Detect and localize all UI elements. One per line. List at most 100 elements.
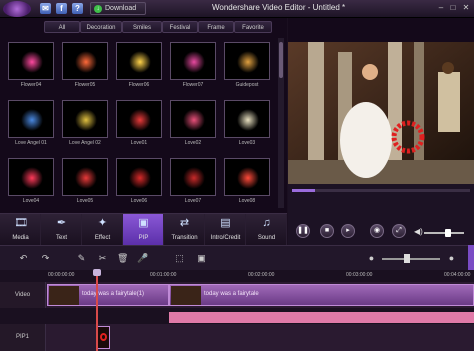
- edit-icon[interactable]: ✎: [76, 253, 87, 264]
- thumbnail-art: [129, 167, 151, 189]
- effects-library: All Decoration Smiles Festival Frame Fav…: [0, 18, 287, 213]
- tool-tab-label: Text: [55, 235, 67, 241]
- playhead[interactable]: [96, 270, 98, 351]
- tab-festival[interactable]: Festival: [162, 21, 198, 33]
- volume-icon[interactable]: ◀): [414, 227, 423, 236]
- download-button[interactable]: ↓ Download: [90, 2, 146, 15]
- volume-knob[interactable]: [445, 229, 451, 237]
- tab-effect[interactable]: ✦ Effect: [82, 214, 123, 246]
- thumbnail-art: [21, 51, 43, 73]
- library-item-label: Love08: [238, 198, 256, 204]
- next-frame-button[interactable]: ▸: [341, 224, 355, 238]
- window-title: Wondershare Video Editor - Untitled *: [212, 3, 346, 12]
- split-icon[interactable]: ✂: [97, 253, 108, 264]
- tool-tab-label: Transition: [171, 235, 198, 241]
- tab-intro-credit[interactable]: ▤ Intro/Credit: [205, 214, 246, 246]
- help-icon[interactable]: ?: [72, 3, 83, 14]
- zoom-out-icon[interactable]: ●: [366, 253, 377, 264]
- thumbnail-art: [21, 109, 43, 131]
- tab-favorite[interactable]: Favorite: [234, 21, 272, 33]
- pip-track: PIP1: [0, 324, 474, 351]
- undo-icon[interactable]: ↶: [18, 253, 29, 264]
- library-item[interactable]: Guidepost: [224, 42, 270, 88]
- maximize-button[interactable]: □: [448, 3, 458, 13]
- tab-decoration[interactable]: Decoration: [80, 21, 122, 33]
- thumbnail-art: [129, 109, 151, 131]
- library-scrollbar[interactable]: [278, 38, 284, 208]
- playhead-handle[interactable]: [93, 269, 101, 276]
- library-item[interactable]: Flower05: [62, 42, 108, 88]
- library-item[interactable]: Love Angel 02: [62, 100, 108, 146]
- ruler-tick: 00:02:00:00: [248, 272, 275, 278]
- library-item[interactable]: Flower06: [116, 42, 162, 88]
- library-item[interactable]: Flower04: [8, 42, 54, 88]
- library-item-thumbnail: [170, 100, 216, 138]
- library-item-label: Guidepost: [235, 82, 259, 88]
- preview-icon[interactable]: ▣: [196, 253, 207, 264]
- video-clip[interactable]: today was a fairytale(1): [47, 284, 169, 306]
- close-button[interactable]: ✕: [461, 3, 471, 13]
- minimize-button[interactable]: –: [436, 3, 446, 13]
- library-item[interactable]: Love06: [116, 158, 162, 204]
- thumbnail-art: [21, 167, 43, 189]
- tab-sound[interactable]: ♫ Sound: [246, 214, 287, 246]
- video-preview: [288, 42, 474, 184]
- library-item-label: Love Angel 02: [69, 140, 101, 146]
- tab-transition[interactable]: ⇄ Transition: [164, 214, 205, 246]
- audio-clip[interactable]: [169, 312, 474, 323]
- timeline-zoom-knob[interactable]: [404, 254, 410, 263]
- play-pause-button[interactable]: ❚❚: [296, 224, 310, 238]
- download-icon: ↓: [94, 5, 102, 13]
- sound-icon: ♫: [262, 217, 271, 229]
- library-item-thumbnail: [224, 100, 270, 138]
- snapshot-button[interactable]: ◉: [370, 224, 384, 238]
- timeline-ruler[interactable]: 00:00:00:00 00:01:00:00 00:02:00:00 00:0…: [0, 270, 474, 282]
- library-item-thumbnail: [8, 100, 54, 138]
- tool-tab-label: Effect: [94, 235, 111, 241]
- pip-icon: ▣: [138, 217, 149, 229]
- fullscreen-button[interactable]: ⤢: [392, 224, 406, 238]
- library-item[interactable]: Love Angel 01: [8, 100, 54, 146]
- stop-button[interactable]: ■: [320, 224, 334, 238]
- tab-frame[interactable]: Frame: [198, 21, 234, 33]
- tab-media[interactable]: 🎞 Media: [0, 214, 41, 246]
- timeline-zoom-slider[interactable]: [382, 258, 440, 260]
- thumbnail-art: [183, 51, 205, 73]
- text-icon: ✒: [56, 217, 67, 229]
- ruler-tick: 00:01:00:00: [150, 272, 177, 278]
- library-item-label: Love04: [22, 198, 40, 204]
- volume-slider[interactable]: [424, 232, 464, 234]
- library-item[interactable]: Love03: [224, 100, 270, 146]
- library-item[interactable]: Love07: [170, 158, 216, 204]
- ruler-tick: 00:03:00:00: [346, 272, 373, 278]
- library-item[interactable]: Love01: [116, 100, 162, 146]
- library-item-thumbnail: [224, 158, 270, 196]
- crop-icon[interactable]: ⬚: [174, 253, 185, 264]
- library-item[interactable]: Love02: [170, 100, 216, 146]
- library-scroll-thumb[interactable]: [279, 42, 283, 78]
- library-item[interactable]: Love04: [8, 158, 54, 204]
- facebook-icon[interactable]: f: [56, 3, 67, 14]
- voiceover-icon[interactable]: 🎤: [137, 253, 148, 264]
- clip-title: today was a fairytale(1): [82, 291, 145, 297]
- redo-icon[interactable]: ↷: [40, 253, 51, 264]
- effect-icon: ✦: [97, 217, 108, 229]
- library-item[interactable]: Love05: [62, 158, 108, 204]
- library-tabs: All Decoration Smiles Festival Frame Fav…: [44, 21, 272, 33]
- app-logo: [3, 1, 31, 17]
- video-clip[interactable]: today was a fairytale: [169, 284, 474, 306]
- timeline-panel-handle[interactable]: [468, 245, 474, 270]
- thumbnail-art: [237, 109, 259, 131]
- library-item[interactable]: Love08: [224, 158, 270, 204]
- tab-pip[interactable]: ▣ PIP: [123, 214, 164, 246]
- delete-icon[interactable]: 🗑: [117, 253, 128, 264]
- library-item[interactable]: Flower07: [170, 42, 216, 88]
- pip-clip[interactable]: [96, 326, 110, 349]
- tab-text[interactable]: ✒ Text: [41, 214, 82, 246]
- tab-smiles[interactable]: Smiles: [122, 21, 162, 33]
- playback-progress[interactable]: [292, 189, 470, 192]
- envelope-icon[interactable]: ✉: [40, 3, 51, 14]
- tab-all[interactable]: All: [44, 21, 80, 33]
- zoom-in-icon[interactable]: ●: [446, 253, 457, 264]
- library-item-label: Love07: [184, 198, 202, 204]
